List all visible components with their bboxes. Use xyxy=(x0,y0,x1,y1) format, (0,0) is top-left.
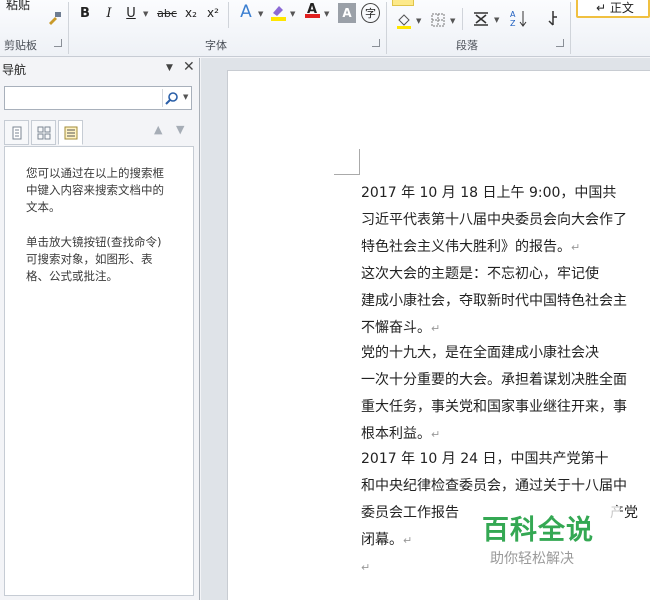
text-line: 一次十分重要的大会。承担着谋划决胜全面 xyxy=(361,372,627,388)
paragraph-mark: ↵ xyxy=(431,322,441,335)
font-color-button[interactable]: A xyxy=(302,0,322,20)
show-marks-button[interactable] xyxy=(542,8,562,28)
font-row-divider xyxy=(228,2,229,28)
subscript-button[interactable]: x₂ xyxy=(182,3,200,23)
text-line: 特色社会主义伟大胜利》的报告。↵ xyxy=(361,234,650,261)
sort-button[interactable]: AZ xyxy=(508,8,530,28)
text-line: 2017 年 10 月 24 日，中国共产党第十 xyxy=(361,451,609,467)
borders-button[interactable] xyxy=(428,10,448,30)
svg-text:A: A xyxy=(510,10,516,19)
text-line: 不懈奋斗。↵ xyxy=(361,315,650,342)
tab-headings[interactable] xyxy=(4,120,29,145)
ribbon: 粘贴 剪贴板 B I U ▼ abc x₂ x² A ▼ ▼ A ▼ A 字 字… xyxy=(0,0,650,57)
margin-corner-mark xyxy=(334,149,360,175)
nav-title: 导航 xyxy=(2,63,27,77)
search-button[interactable] xyxy=(162,89,180,107)
watermark-logo: 百科全说 助你轻松解决 xyxy=(470,506,620,572)
nav-results-panel: 您可以通过在以上的搜索框 中键入内容来搜索文档中的 文本。 单击放大镜按钮(查找… xyxy=(4,146,194,596)
text-line-content: 委员会工作报告 xyxy=(361,505,459,521)
paragraph-mark: ↵ xyxy=(431,428,441,441)
text-line: 党的十九大，是在全面建成小康社会决 xyxy=(361,345,599,361)
tab-results[interactable] xyxy=(58,120,83,145)
hint-line: 您可以通过在以上的搜索框 xyxy=(26,166,164,180)
bold-button[interactable]: B xyxy=(76,3,94,23)
nav-options-dropdown-icon[interactable]: ▼ xyxy=(166,63,173,73)
text-line: 根本利益。↵ xyxy=(361,421,650,448)
nav-search-box[interactable]: ▼ xyxy=(4,86,192,110)
navigation-pane: 导航 ▼ ✕ ▼ ▲ ▼ 您可以通过在以上的搜索框 中键入内容来搜索文档中的 文… xyxy=(0,58,200,600)
format-painter-icon[interactable] xyxy=(44,8,64,28)
paragraph-mark: ↵ xyxy=(571,241,581,254)
paragraph-group-label: 段落 xyxy=(456,39,478,52)
text-line: 建成小康社会，夺取新时代中国特色社会主 xyxy=(361,293,627,309)
text-line-content: 特色社会主义伟大胜利》的报告。 xyxy=(361,239,571,255)
search-icon xyxy=(164,92,178,105)
para-row-divider xyxy=(462,8,463,30)
document-icon xyxy=(12,126,21,139)
paragraph-2: 这次大会的主题是：不忘初心，牢记使 建成小康社会，夺取新时代中国特色社会主 不懈… xyxy=(361,261,650,342)
nav-hint-find: 单击放大镜按钮(查找命令) 可搜索对象，如图形、表 格、公式或批注。 xyxy=(26,234,178,285)
char-shading-button[interactable]: A xyxy=(338,3,356,23)
font-color-dropdown-icon[interactable]: ▼ xyxy=(324,10,329,18)
text-line: 和中央纪律检查委员会，通过关于十八届中 xyxy=(361,478,627,494)
text-line: 这次大会的主题是：不忘初心，牢记使 xyxy=(361,266,599,282)
hint-line: 格、公式或批注。 xyxy=(26,269,118,283)
tab-pages[interactable] xyxy=(31,120,56,145)
paragraph-1: 2017 年 10 月 18 日上午 9:00，中国共 习近平代表第十八届中央委… xyxy=(361,180,650,261)
watermark-title: 百科全说 xyxy=(482,515,594,546)
thumbnails-icon xyxy=(37,126,50,139)
highlight-button[interactable] xyxy=(268,2,288,22)
text-line-content: 根本利益。 xyxy=(361,426,431,442)
paragraph-launcher-icon[interactable] xyxy=(556,39,564,47)
hint-line: 中键入内容来搜索文档中的 xyxy=(26,183,164,197)
nav-tabs: ▲ ▼ xyxy=(4,120,194,146)
nav-hint-search: 您可以通过在以上的搜索框 中键入内容来搜索文档中的 文本。 xyxy=(26,165,178,216)
paste-button[interactable]: 粘贴 xyxy=(6,0,36,12)
group-divider xyxy=(386,2,387,54)
underline-button[interactable]: U xyxy=(122,3,140,23)
paragraph-mark: ↵ xyxy=(403,534,413,547)
chinese-layout-button[interactable] xyxy=(470,8,492,28)
borders-dropdown-icon[interactable]: ▼ xyxy=(450,17,455,25)
group-divider xyxy=(570,2,571,54)
shading-dropdown-icon[interactable]: ▼ xyxy=(416,17,421,25)
style-normal[interactable]: ↵ 正文 xyxy=(576,0,650,18)
strikethrough-button[interactable]: abc xyxy=(155,3,179,23)
search-options-dropdown-icon[interactable]: ▼ xyxy=(183,93,188,101)
shading-button[interactable] xyxy=(394,10,414,30)
paragraph-mark: ↵ xyxy=(361,561,371,574)
font-launcher-icon[interactable] xyxy=(372,39,380,47)
text-effects-button[interactable]: A xyxy=(236,2,256,22)
text-line: 重大任务，事关党和国家事业继往开来，事 xyxy=(361,399,627,415)
hint-line: 文本。 xyxy=(26,200,61,214)
enclose-char-button[interactable]: 字 xyxy=(361,3,380,23)
svg-text:Z: Z xyxy=(510,19,516,28)
paragraph-3: 党的十九大，是在全面建成小康社会决 一次十分重要的大会。承担着谋划决胜全面 重大… xyxy=(361,340,650,448)
text-effects-dropdown-icon[interactable]: ▼ xyxy=(258,10,263,18)
font-group-label: 字体 xyxy=(205,39,227,52)
text-line: 2017 年 10 月 18 日上午 9:00，中国共 xyxy=(361,185,617,201)
close-icon[interactable]: ✕ xyxy=(183,59,195,75)
watermark-subtitle: 助你轻松解决 xyxy=(490,551,574,567)
clipboard-group-label: 剪贴板 xyxy=(4,39,37,52)
italic-button[interactable]: I xyxy=(100,3,118,23)
chinese-layout-dropdown-icon[interactable]: ▼ xyxy=(494,16,499,24)
next-result-icon[interactable]: ▼ xyxy=(176,123,184,136)
sort-highlight-block xyxy=(392,0,414,6)
underline-dropdown-icon[interactable]: ▼ xyxy=(143,10,148,18)
previous-result-icon[interactable]: ▲ xyxy=(154,123,162,136)
font-color-bar xyxy=(304,14,320,18)
results-icon xyxy=(64,126,77,139)
text-line-content: 不懈奋斗。 xyxy=(361,320,431,336)
hint-line: 可搜索对象，如图形、表 xyxy=(26,252,153,266)
search-input[interactable] xyxy=(7,89,157,107)
highlight-dropdown-icon[interactable]: ▼ xyxy=(290,10,295,18)
nav-header: 导航 ▼ ✕ xyxy=(0,58,200,80)
text-line-content: 闭幕。 xyxy=(361,532,403,548)
hint-line: 单击放大镜按钮(查找命令) xyxy=(26,235,162,249)
clipboard-launcher-icon[interactable] xyxy=(54,39,62,47)
group-divider xyxy=(68,2,69,54)
superscript-button[interactable]: x² xyxy=(204,3,222,23)
text-line: 习近平代表第十八届中央委员会向大会作了 xyxy=(361,212,627,228)
